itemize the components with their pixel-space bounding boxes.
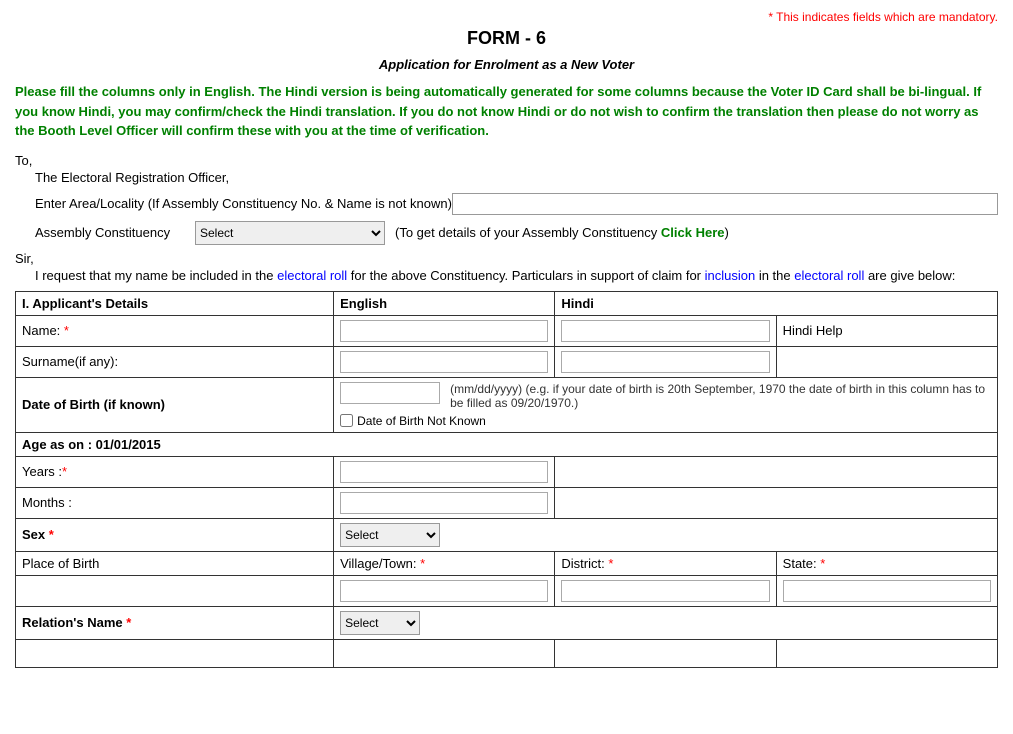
table-row-place-header: Place of Birth Village/Town: * District:… xyxy=(16,551,998,575)
surname-hindi-input[interactable] xyxy=(561,351,769,373)
name-hindi-input[interactable] xyxy=(561,320,769,342)
place-district-input[interactable] xyxy=(561,580,769,602)
col-hindi-header: Hindi xyxy=(555,291,998,315)
to-line: To, xyxy=(15,153,998,168)
dob-label: Date of Birth (if known) xyxy=(22,397,165,412)
place-district-label: District: * xyxy=(561,556,613,571)
relation-label: Relation's Name xyxy=(22,615,126,630)
form-subtitle: Application for Enrolment as a New Voter xyxy=(15,57,998,72)
surname-label: Surname(if any): xyxy=(22,354,118,369)
place-state-label: State: * xyxy=(783,556,826,571)
months-input[interactable] xyxy=(340,492,548,514)
surname-english-input[interactable] xyxy=(340,351,548,373)
area-locality-input[interactable] xyxy=(452,193,998,215)
table-row-years: Years :* xyxy=(16,456,998,487)
months-label: Months : xyxy=(22,495,72,510)
dob-format-note: (mm/dd/yyyy) (e.g. if your date of birth… xyxy=(450,382,991,410)
age-label: Age as on : 01/01/2015 xyxy=(22,437,161,452)
applicant-table: I. Applicant's Details English Hindi Nam… xyxy=(15,291,998,668)
sex-select[interactable]: Select Male Female Other xyxy=(340,523,440,547)
years-label: Years : xyxy=(22,464,62,479)
assembly-select[interactable]: Select xyxy=(195,221,385,245)
table-row-sex: Sex * Select Male Female Other xyxy=(16,518,998,551)
name-label: Name: xyxy=(22,323,64,338)
instructions: Please fill the columns only in English.… xyxy=(15,82,998,141)
table-row-dob: Date of Birth (if known) (mm/dd/yyyy) (e… xyxy=(16,377,998,432)
sex-label: Sex xyxy=(22,527,49,542)
years-required: * xyxy=(62,464,67,479)
dob-input[interactable] xyxy=(340,382,440,404)
years-input[interactable] xyxy=(340,461,548,483)
table-row-months: Months : xyxy=(16,487,998,518)
form-title: FORM - 6 xyxy=(15,28,998,49)
name-english-input[interactable] xyxy=(340,320,548,342)
request-line: I request that my name be included in th… xyxy=(35,268,998,283)
mandatory-note: * This indicates fields which are mandat… xyxy=(15,10,998,24)
dob-unknown-checkbox[interactable] xyxy=(340,414,353,427)
assembly-label: Assembly Constituency xyxy=(35,225,195,240)
years-extra xyxy=(555,456,998,487)
sex-required: * xyxy=(49,527,54,542)
relation-select[interactable]: Select Father Mother Husband Wife Other xyxy=(340,611,420,635)
place-village-input[interactable] xyxy=(340,580,548,602)
place-village-label: Village/Town: * xyxy=(340,556,425,571)
table-row-name: Name: * Hindi Help xyxy=(16,315,998,346)
table-row-place-inputs xyxy=(16,575,998,606)
place-state-input[interactable] xyxy=(783,580,991,602)
relation-required: * xyxy=(126,615,131,630)
col-english-header: English xyxy=(334,291,555,315)
surname-extra-cell xyxy=(776,346,997,377)
name-required: * xyxy=(64,323,69,338)
table-row-bottom xyxy=(16,639,998,667)
table-row-relation: Relation's Name * Select Father Mother H… xyxy=(16,606,998,639)
assembly-click-here-link[interactable]: Click Here xyxy=(661,225,725,240)
table-row-surname: Surname(if any): xyxy=(16,346,998,377)
officer-line: The Electoral Registration Officer, xyxy=(35,170,998,185)
hindi-help-cell: Hindi Help xyxy=(776,315,997,346)
assembly-hint: (To get details of your Assembly Constit… xyxy=(395,225,729,240)
table-row-age-header: Age as on : 01/01/2015 xyxy=(16,432,998,456)
place-label: Place of Birth xyxy=(22,556,99,571)
area-locality-label: Enter Area/Locality (If Assembly Constit… xyxy=(35,196,452,211)
dob-unknown-label: Date of Birth Not Known xyxy=(357,414,486,428)
months-extra xyxy=(555,487,998,518)
sir-line: Sir, xyxy=(15,251,998,266)
section1-header: I. Applicant's Details xyxy=(16,291,334,315)
